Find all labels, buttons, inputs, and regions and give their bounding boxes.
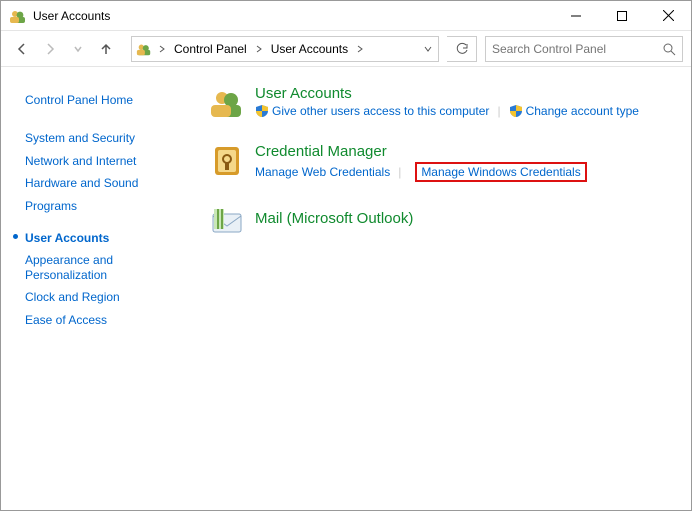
- task-label: Change account type: [526, 104, 639, 118]
- chevron-right-icon[interactable]: [354, 43, 366, 55]
- address-app-icon: [136, 41, 152, 57]
- task-change-account-type[interactable]: Change account type: [509, 104, 639, 118]
- sidebar-item-network-internet[interactable]: Network and Internet: [25, 150, 191, 172]
- sidebar-item-appearance[interactable]: Appearance and Personalization: [25, 249, 145, 286]
- address-bar[interactable]: Control Panel User Accounts: [131, 36, 439, 62]
- shield-icon: [255, 104, 269, 118]
- separator: |: [390, 165, 409, 179]
- up-button[interactable]: [93, 36, 119, 62]
- mail-icon: [209, 204, 245, 240]
- close-button[interactable]: [645, 1, 691, 30]
- task-give-access[interactable]: Give other users access to this computer: [255, 104, 489, 118]
- refresh-button[interactable]: [447, 36, 477, 62]
- sidebar-item-system-security[interactable]: System and Security: [25, 127, 191, 149]
- separator: |: [489, 104, 508, 118]
- sidebar-item-programs[interactable]: Programs: [25, 195, 191, 217]
- maximize-button[interactable]: [599, 1, 645, 30]
- chevron-right-icon[interactable]: [156, 43, 168, 55]
- category-user-accounts: User Accounts Give other users access to…: [209, 85, 679, 121]
- category-title[interactable]: Mail (Microsoft Outlook): [255, 210, 679, 227]
- content-area: Control Panel Home System and Security N…: [1, 67, 691, 510]
- credential-manager-icon: [209, 143, 245, 179]
- task-label: Give other users access to this computer: [272, 104, 489, 118]
- sidebar-item-ease-of-access[interactable]: Ease of Access: [25, 309, 191, 331]
- navbar: Control Panel User Accounts: [1, 31, 691, 67]
- sidebar-item-clock-region[interactable]: Clock and Region: [25, 286, 191, 308]
- category-credential-manager: Credential Manager Manage Web Credential…: [209, 143, 679, 182]
- user-accounts-icon: [209, 85, 245, 121]
- search-input[interactable]: [492, 42, 662, 56]
- minimize-button[interactable]: [553, 1, 599, 30]
- window-title: User Accounts: [33, 9, 553, 23]
- task-manage-web-credentials[interactable]: Manage Web Credentials: [255, 165, 390, 179]
- chevron-right-icon[interactable]: [253, 43, 265, 55]
- search-icon: [662, 42, 676, 56]
- window-controls: [553, 1, 691, 30]
- category-title[interactable]: User Accounts: [255, 85, 679, 102]
- task-label: Manage Windows Credentials: [421, 165, 580, 179]
- breadcrumb-root[interactable]: Control Panel: [172, 42, 249, 56]
- forward-button[interactable]: [37, 36, 63, 62]
- task-label: Manage Web Credentials: [255, 165, 390, 179]
- recent-locations-dropdown[interactable]: [65, 36, 91, 62]
- category-mail: Mail (Microsoft Outlook): [209, 204, 679, 240]
- shield-icon: [509, 104, 523, 118]
- titlebar: User Accounts: [1, 1, 691, 31]
- breadcrumb-current[interactable]: User Accounts: [269, 42, 350, 56]
- task-manage-windows-credentials[interactable]: Manage Windows Credentials: [415, 162, 586, 182]
- search-box[interactable]: [485, 36, 683, 62]
- category-title[interactable]: Credential Manager: [255, 143, 679, 160]
- sidebar: Control Panel Home System and Security N…: [1, 67, 201, 510]
- address-dropdown[interactable]: [422, 43, 434, 55]
- sidebar-item-hardware-sound[interactable]: Hardware and Sound: [25, 172, 191, 194]
- sidebar-home[interactable]: Control Panel Home: [25, 89, 191, 111]
- app-icon: [9, 7, 27, 25]
- back-button[interactable]: [9, 36, 35, 62]
- main-panel: User Accounts Give other users access to…: [201, 67, 691, 510]
- sidebar-item-user-accounts[interactable]: User Accounts: [25, 227, 191, 249]
